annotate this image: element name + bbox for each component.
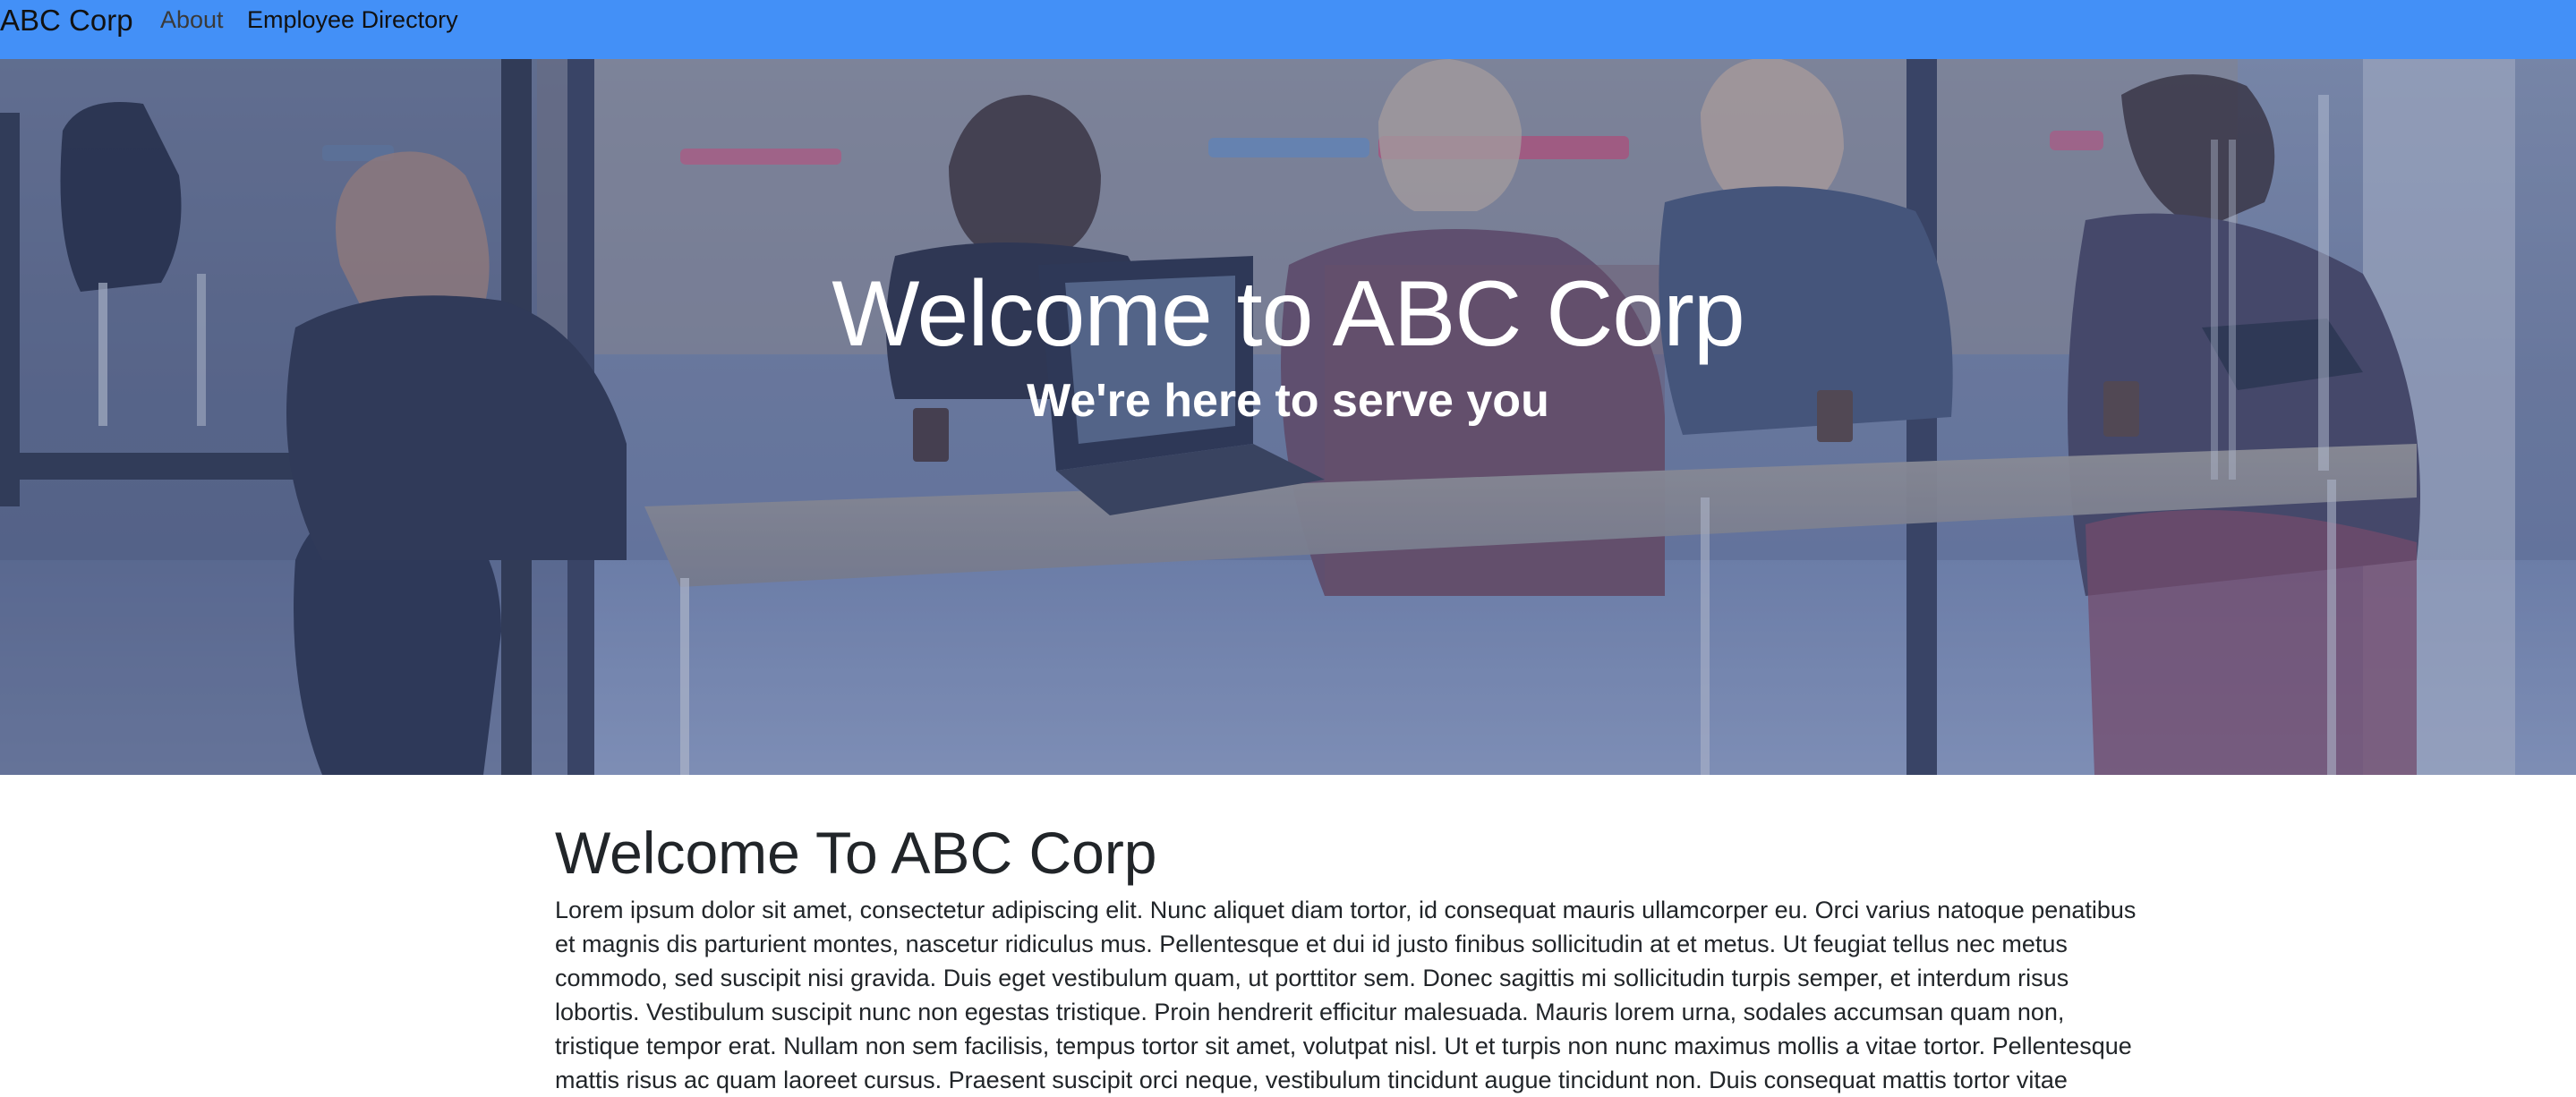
page-heading: Welcome To ABC Corp (555, 820, 1157, 886)
hero-title: Welcome to ABC Corp (832, 262, 1744, 366)
nav-link-about[interactable]: About (160, 5, 224, 34)
navbar: ABC Corp About Employee Directory (0, 0, 2576, 59)
hero-subtitle: We're here to serve you (1027, 375, 1549, 427)
hero-banner: Welcome to ABC Corp We're here to serve … (0, 59, 2576, 775)
hero-text-overlay: Welcome to ABC Corp We're here to serve … (0, 59, 2576, 775)
main-content: Welcome To ABC Corp Lorem ipsum dolor si… (555, 816, 2145, 1097)
brand-link[interactable]: ABC Corp (0, 3, 133, 38)
nav-link-employee-directory[interactable]: Employee Directory (247, 5, 458, 34)
intro-paragraph: Lorem ipsum dolor sit amet, consectetur … (555, 897, 2137, 1093)
